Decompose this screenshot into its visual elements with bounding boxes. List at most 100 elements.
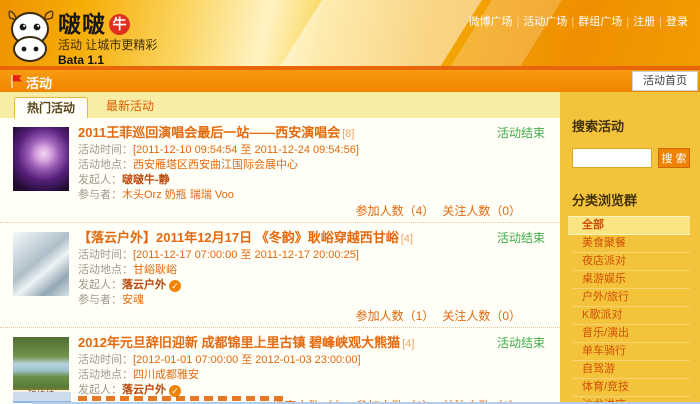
activity-list: 2011王菲巡回演唱会最后一站——西安演唱会[8]活动结束活动时间：[2011-… [0, 118, 560, 404]
category-item-7[interactable]: 单车骑行 [572, 343, 690, 361]
nav-separator: | [626, 16, 629, 28]
tab-1[interactable]: 最新活动 [94, 94, 166, 118]
activity-place: 活动地点：西安雁塔区西安曲江国际会展中心 [78, 158, 545, 173]
category-item-8[interactable]: 自驾游 [572, 361, 690, 379]
activity-count: [4] [402, 336, 414, 353]
logo-text: 啵啵 [58, 11, 106, 37]
category-item-9[interactable]: 体育/竞技 [572, 379, 690, 397]
meta-label: 参与者： [78, 294, 122, 306]
organizer-link[interactable]: 落云户外 [122, 279, 166, 291]
category-item-1[interactable]: 美食聚餐 [572, 235, 690, 253]
category-item-2[interactable]: 夜店派对 [572, 253, 690, 271]
activity-time: 活动时间：[2011-12-17 07:00:00 至 2011-12-17 2… [78, 248, 545, 263]
meta-label: 活动时间： [78, 249, 133, 261]
nav-separator: | [659, 16, 662, 28]
meta-value: 甘峪耿峪 [133, 264, 177, 276]
activity-time: 活动时间：[2011-12-10 09:54:54 至 2011-12-24 0… [78, 143, 545, 158]
main-column: 热门活动最新活动 2011王菲巡回演唱会最后一站——西安演唱会[8]活动结束活动… [0, 92, 560, 404]
meta-value: [2011-12-17 07:00:00 至 2011-12-17 20:00:… [133, 249, 359, 261]
meta-value: [2011-12-10 09:54:54 至 2011-12-24 09:54:… [133, 144, 359, 156]
logo-block: 啵啵 牛 活动 让城市更精彩 Bata 1.1 [58, 11, 157, 66]
nav-separator: | [517, 16, 520, 28]
stat-link-1[interactable]: 关注人数（0） [442, 309, 521, 323]
content-row: 热门活动最新活动 2011王菲巡回演唱会最后一站——西安演唱会[8]活动结束活动… [0, 92, 700, 404]
activity-organizer: 发起人：落云户外✓ [78, 278, 545, 293]
nav-link-2[interactable]: 群组广场 [578, 16, 622, 28]
tab-0[interactable]: 热门活动 [14, 97, 88, 118]
stat-link-0[interactable]: 参加人数（4） [356, 204, 435, 218]
meta-label: 发起人： [78, 384, 122, 396]
meta-label: 发起人： [78, 279, 122, 291]
category-item-0[interactable]: 全部 [568, 216, 690, 235]
nav-link-3[interactable]: 注册 [633, 16, 655, 28]
stat-link-1[interactable]: 关注人数（0） [442, 204, 521, 218]
thumbnail-image [13, 127, 69, 191]
activity-title-link[interactable]: 【落云户外】2011年12月17日 《冬韵》耿峪穿越西甘峪 [78, 229, 399, 246]
activity-item-1: 【落云户外】2011年12月17日 《冬韵》耿峪穿越西甘峪[4]活动结束活动时间… [0, 223, 560, 328]
search-section-title: 搜索活动 [572, 116, 690, 135]
participants-links[interactable]: 安魂 [122, 294, 144, 306]
activity-place: 活动地点：四川成都雅安 [78, 368, 545, 383]
activity-title-link[interactable]: 2012年元旦辞旧迎新 成都锦里上里古镇 碧峰峡观大熊猫 [78, 334, 400, 351]
meta-label: 参与者： [78, 189, 122, 201]
meta-label: 活动时间： [78, 144, 133, 156]
activity-item-0: 2011王菲巡回演唱会最后一站——西安演唱会[8]活动结束活动时间：[2011-… [0, 118, 560, 223]
category-item-4[interactable]: 户外/旅行 [572, 289, 690, 307]
nav-separator: | [571, 16, 574, 28]
nav-link-4[interactable]: 登录 [666, 16, 688, 28]
organizer-wrap: 啵啵牛-静 [122, 174, 170, 186]
activity-title-row: 【落云户外】2011年12月17日 《冬韵》耿峪穿越西甘峪[4]活动结束 [78, 229, 545, 248]
search-row: 搜 索 [572, 148, 690, 168]
participants-links[interactable]: 木头Orz 奶瓶 瑞瑞 Voo [122, 189, 234, 201]
partial-item-title [78, 396, 286, 401]
activity-title-row: 2011王菲巡回演唱会最后一站——西安演唱会[8] 活动结束 [78, 124, 545, 143]
activity-thumbnail[interactable] [13, 232, 69, 296]
nav-link-1[interactable]: 活动广场 [523, 16, 567, 28]
meta-label: 发起人： [78, 174, 122, 186]
category-item-6[interactable]: 音乐/演出 [572, 325, 690, 343]
activity-participants: 参与者：木头Orz 奶瓶 瑞瑞 Voo [78, 188, 545, 203]
meta-value: 四川成都雅安 [133, 369, 199, 381]
search-button[interactable]: 搜 索 [658, 148, 690, 168]
activity-item-2: 碧峰峡2012年元旦辞旧迎新 成都锦里上里古镇 碧峰峡观大熊猫[4]活动结束活动… [0, 328, 560, 404]
organizer-wrap: 落云户外✓ [122, 384, 181, 396]
flag-icon [9, 74, 23, 92]
verified-icon: ✓ [169, 280, 181, 292]
section-title: 活动 [26, 73, 52, 92]
organizer-link[interactable]: 啵啵牛-静 [122, 174, 170, 186]
organizer-link[interactable]: 落云户外 [122, 384, 166, 396]
cow-logo-icon [6, 5, 56, 66]
activity-home-button[interactable]: 活动首页 [632, 71, 698, 91]
logo-tagline: 活动 让城市更精彩 [58, 39, 157, 53]
category-item-3[interactable]: 桌游娱乐 [572, 271, 690, 289]
organizer-wrap: 落云户外✓ [122, 279, 181, 291]
category-section-title: 分类浏览群 [572, 190, 690, 209]
activity-time: 活动时间：[2012-01-01 07:00:00 至 2012-01-03 2… [78, 353, 545, 368]
section-banner: 活动 活动首页 [0, 70, 700, 92]
version-label: Bata 1.1 [58, 54, 157, 66]
activity-stats: 参加人数（1） 关注人数（0） [78, 308, 545, 324]
category-item-5[interactable]: K歌派对 [572, 307, 690, 325]
meta-label: 活动地点： [78, 264, 133, 276]
activity-count: [8] [342, 126, 354, 143]
activity-title-row: 2012年元旦辞旧迎新 成都锦里上里古镇 碧峰峡观大熊猫[4] 活动结束 [78, 334, 545, 353]
activity-participants: 参与者：安魂 [78, 293, 545, 308]
stat-link-0[interactable]: 参加人数（1） [356, 309, 435, 323]
activity-thumbnail[interactable] [13, 127, 69, 191]
activity-count: [4] [401, 231, 413, 248]
activity-title-link[interactable]: 2011王菲巡回演唱会最后一站——西安演唱会 [78, 124, 340, 141]
meta-value: [2012-01-01 07:00:00 至 2012-01-03 23:00:… [133, 354, 361, 366]
nav-link-0[interactable]: 微博广场 [469, 16, 513, 28]
site-header: 啵啵 牛 活动 让城市更精彩 Bata 1.1 微博广场|活动广场|群组广场|注… [0, 0, 700, 66]
activity-status-badge: 活动结束 [497, 335, 545, 352]
sidebar: 搜索活动 搜 索 分类浏览群 全部美食聚餐夜店派对桌游娱乐户外/旅行K歌派对音乐… [560, 92, 700, 404]
activity-stats: 参加人数（4） 关注人数（0） [78, 203, 545, 219]
search-activity-input[interactable] [572, 148, 652, 168]
meta-label: 活动时间： [78, 354, 133, 366]
activity-place: 活动地点：甘峪耿峪 [78, 263, 545, 278]
top-nav: 微博广场|活动广场|群组广场|注册|登录 [465, 13, 692, 29]
thumbnail-image [13, 232, 69, 296]
meta-label: 活动地点： [78, 369, 133, 381]
meta-label: 活动地点： [78, 159, 133, 171]
activity-status-badge: 活动结束 [497, 125, 545, 142]
